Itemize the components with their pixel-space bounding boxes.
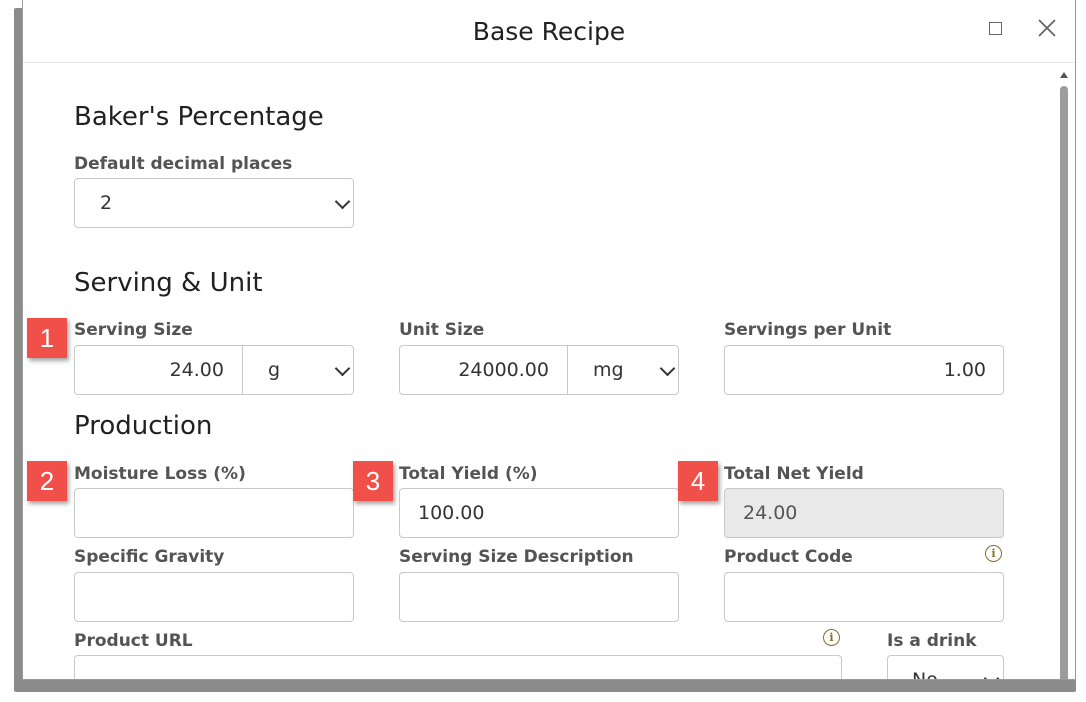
- info-icon[interactable]: i: [985, 545, 1002, 562]
- unit-size-label: Unit Size: [399, 320, 485, 340]
- decimal-places-select[interactable]: 2: [74, 178, 354, 228]
- close-button[interactable]: [1033, 14, 1061, 42]
- total-net-yield-value: 24.00: [743, 502, 798, 524]
- moisture-loss-input[interactable]: [74, 488, 354, 538]
- dialog-titlebar: Base Recipe: [23, 0, 1075, 63]
- total-yield-input[interactable]: 100.00: [399, 488, 679, 538]
- product-code-label: Product Code: [724, 547, 853, 567]
- chevron-down-icon: [334, 193, 351, 210]
- servings-per-unit-input[interactable]: 1.00: [724, 345, 1004, 395]
- total-yield-label: Total Yield (%): [399, 464, 538, 484]
- total-net-yield-field: 24.00: [724, 488, 1004, 538]
- serving-size-description-input[interactable]: [399, 572, 679, 622]
- base-recipe-dialog: Base Recipe Baker's Percentage Default d…: [22, 0, 1076, 680]
- decimal-places-label: Default decimal places: [74, 154, 293, 174]
- unit-size-input[interactable]: 24000.00: [458, 359, 549, 381]
- servings-per-unit-label: Servings per Unit: [724, 320, 892, 340]
- product-code-input[interactable]: [724, 572, 1004, 622]
- specific-gravity-label: Specific Gravity: [74, 547, 225, 567]
- moisture-loss-label: Moisture Loss (%): [74, 464, 246, 484]
- close-icon: [1038, 19, 1056, 37]
- serving-size-description-label: Serving Size Description: [399, 547, 634, 567]
- serving-size-input[interactable]: 24.00: [170, 359, 224, 381]
- servings-per-unit-value: 1.00: [943, 359, 986, 381]
- unit-size-unit-select[interactable]: mg: [568, 346, 678, 394]
- product-url-input[interactable]: [74, 655, 842, 679]
- product-url-label: Product URL: [74, 631, 193, 651]
- serving-size-label: Serving Size: [74, 320, 193, 340]
- total-yield-value: 100.00: [418, 502, 485, 524]
- chevron-down-icon: [334, 360, 351, 377]
- scroll-thumb[interactable]: [1060, 86, 1068, 679]
- vertical-scrollbar[interactable]: [1057, 66, 1071, 679]
- section-title-serving-unit: Serving & Unit: [74, 268, 263, 298]
- info-icon[interactable]: i: [823, 629, 840, 646]
- scroll-up-arrow-icon[interactable]: [1060, 72, 1068, 78]
- decimal-places-value: 2: [100, 192, 113, 214]
- callout-badge-4: 4: [678, 461, 718, 501]
- is-a-drink-select[interactable]: No: [887, 655, 1004, 680]
- callout-badge-2: 2: [27, 461, 67, 501]
- section-title-bakers-percentage: Baker's Percentage: [74, 102, 324, 132]
- maximize-icon: [988, 21, 1002, 35]
- specific-gravity-input[interactable]: [74, 572, 354, 622]
- total-net-yield-label: Total Net Yield: [724, 464, 864, 484]
- callout-badge-3: 3: [353, 461, 393, 501]
- serving-size-unit-value: g: [268, 359, 281, 381]
- unit-size-group: 24000.00 mg: [399, 345, 679, 395]
- section-title-production: Production: [74, 411, 213, 441]
- is-a-drink-label: Is a drink: [887, 631, 977, 651]
- chevron-down-icon: [659, 360, 676, 377]
- serving-size-group: 24.00 g: [74, 345, 354, 395]
- unit-size-unit-value: mg: [593, 359, 624, 381]
- maximize-button[interactable]: [981, 14, 1009, 42]
- callout-badge-1: 1: [27, 318, 67, 358]
- serving-size-unit-select[interactable]: g: [243, 346, 353, 394]
- chevron-down-icon: [983, 670, 1000, 679]
- dialog-title: Base Recipe: [472, 17, 626, 46]
- is-a-drink-value: No: [912, 669, 938, 680]
